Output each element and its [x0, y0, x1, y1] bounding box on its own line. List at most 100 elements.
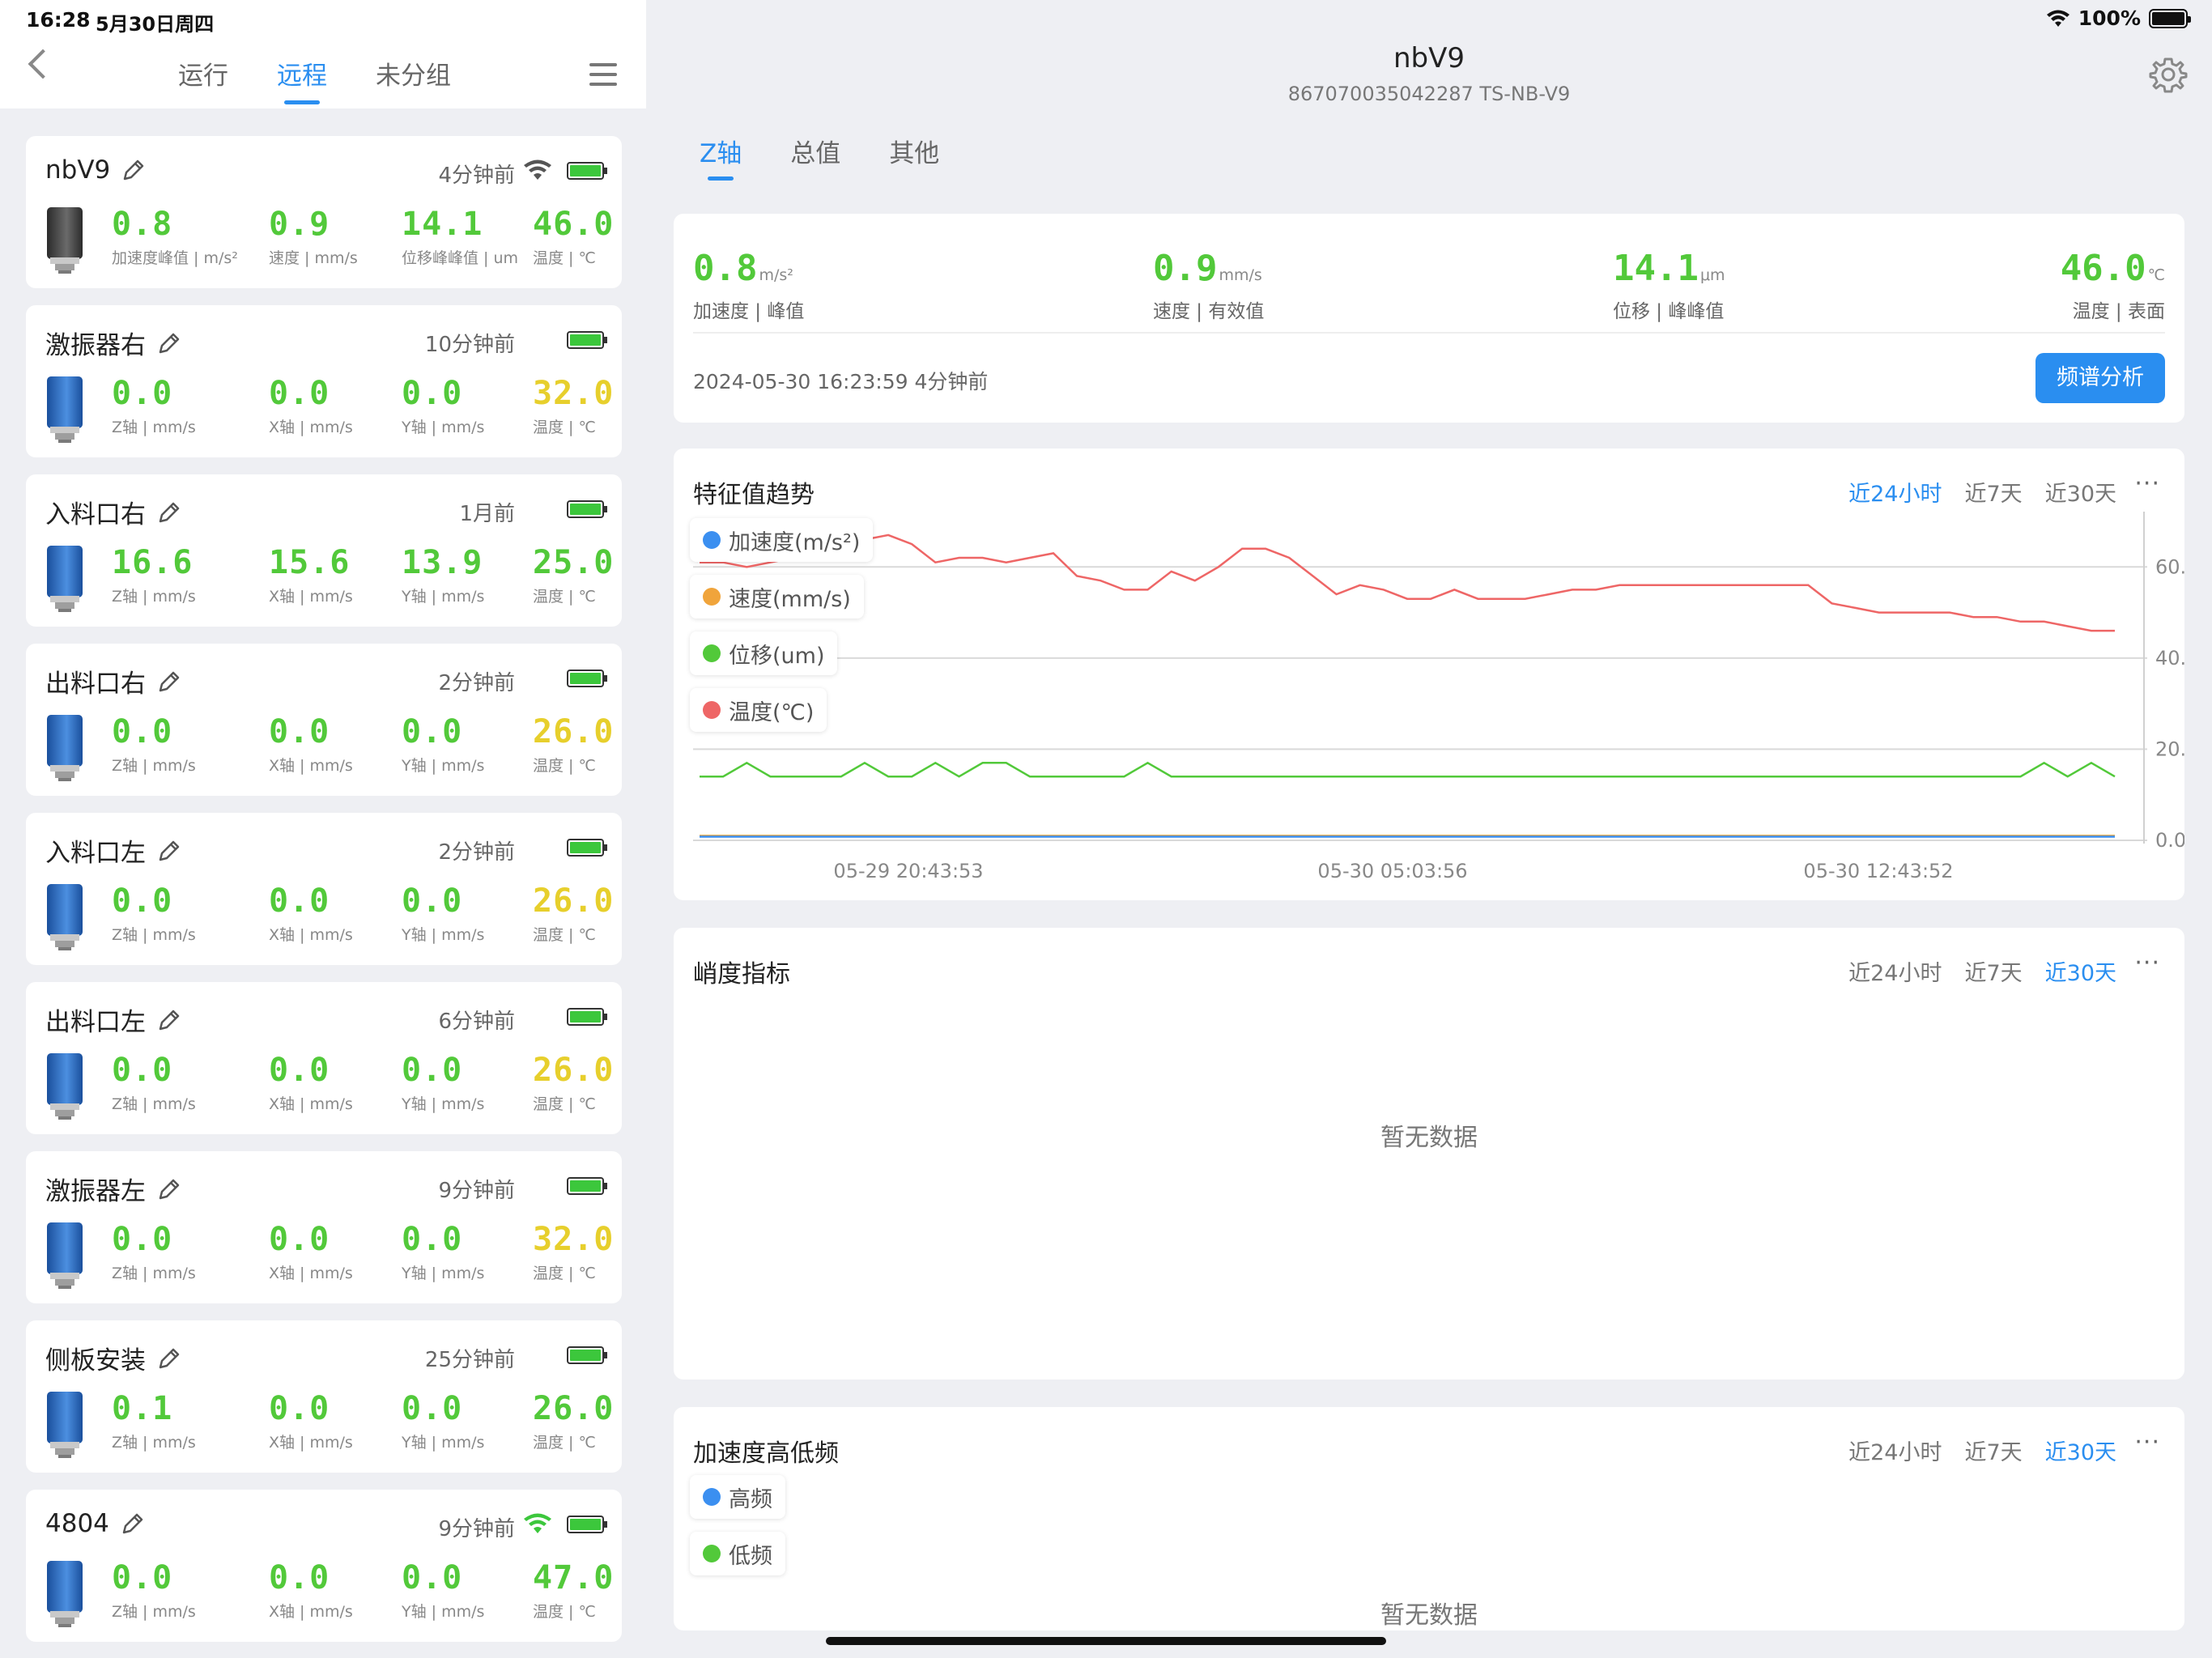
metric-value: 26.0 — [533, 1052, 615, 1089]
y-tick-label: 0.0 — [2155, 829, 2184, 852]
metric-reading: 16.6 Z轴 | mm/s — [112, 544, 196, 606]
metric-value: 0.0 — [112, 375, 173, 412]
edit-icon[interactable] — [155, 1345, 183, 1372]
kurtosis-ranges: 近24小时 近7天 近30天 — [1848, 955, 2116, 987]
device-subtitle: 867070035042287 TS-NB-V9 — [1287, 83, 1571, 105]
more-icon[interactable]: ··· — [2134, 1428, 2160, 1456]
last-update-time: 2分钟前 — [438, 671, 515, 695]
metric-reading: 0.0 Y轴 | mm/s — [402, 1221, 484, 1283]
metric-label: 温度 | ℃ — [533, 1095, 596, 1113]
legend-velocity[interactable]: 速度(mm/s) — [690, 575, 864, 619]
metric-reading: 0.0 X轴 | mm/s — [269, 1559, 353, 1622]
edit-icon[interactable] — [155, 1175, 183, 1203]
empty-state: 暂无数据 — [1380, 1124, 1478, 1152]
tab-running[interactable]: 运行 — [178, 55, 228, 91]
legend-temperature[interactable]: 温度(℃) — [690, 688, 827, 732]
metric-value: 25.0 — [533, 544, 615, 581]
last-update-time: 2分钟前 — [438, 840, 515, 865]
legend-displacement[interactable]: 位移(um) — [690, 631, 838, 675]
legend-low-freq[interactable]: 低频 — [690, 1532, 785, 1575]
gear-icon[interactable] — [2149, 55, 2188, 94]
device-card[interactable]: 激振器右 10分钟前 0.0 Z轴 | mm/s 0.0 X轴 | mm/s 0.0 Y轴 |… — [26, 305, 622, 457]
range-7d[interactable]: 近7天 — [1964, 955, 2022, 987]
more-icon[interactable]: ··· — [2134, 470, 2160, 498]
battery-icon — [567, 1008, 607, 1026]
metric-value: 0.1 — [112, 1390, 173, 1427]
sensor-icon — [47, 1053, 83, 1120]
metric-reading: 0.0 X轴 | mm/s — [269, 1390, 353, 1452]
y-tick-label: 40.0 — [2155, 647, 2184, 670]
metric-value: 26.0 — [533, 713, 615, 750]
metric-reading: 0.0 Y轴 | mm/s — [402, 882, 484, 945]
metric-reading: 26.0 温度 | ℃ — [533, 1052, 614, 1114]
range-7d[interactable]: 近7天 — [1964, 1435, 2022, 1466]
range-30d[interactable]: 近30天 — [2045, 955, 2116, 987]
legend-dot — [703, 644, 721, 662]
more-icon[interactable]: ··· — [2134, 949, 2160, 977]
spectrum-analysis-button[interactable]: 频谱分析 — [2035, 353, 2165, 403]
tab-other[interactable]: 其他 — [889, 133, 939, 169]
legend-high-freq[interactable]: 高频 — [690, 1475, 785, 1519]
home-indicator[interactable] — [826, 1637, 1386, 1645]
metric-value: 26.0 — [533, 1390, 615, 1427]
device-card[interactable]: 入料口左 2分钟前 0.0 Z轴 | mm/s 0.0 X轴 | mm/s 0.0 Y轴 | … — [26, 813, 622, 965]
device-card[interactable]: 入料口右 1月前 16.6 Z轴 | mm/s 15.6 X轴 | mm/s 13.9 Y轴 … — [26, 474, 622, 627]
metric-label: Y轴 | mm/s — [402, 1603, 485, 1621]
metric-reading: 46.0 温度 | ℃ — [533, 206, 614, 268]
metric-value: 46.0 — [533, 206, 615, 243]
metric-value: 0.0 — [269, 713, 330, 750]
status-date: 5月30日周四 — [96, 13, 215, 36]
metric-label: 温度 | ℃ — [533, 1434, 596, 1452]
device-detail-panel: nbV9 867070035042287 TS-NB-V9 Z轴 总值 其他 0… — [646, 0, 2212, 1658]
edit-icon[interactable] — [155, 837, 183, 865]
metric-reading: 0.0 X轴 | mm/s — [269, 882, 353, 945]
device-card[interactable]: nbV9 4分钟前 0.8 加速度峰值 | m/s² 0.9 速度 | mm/s 14.1 位… — [26, 136, 622, 288]
metric-label: 温度 | ℃ — [533, 1603, 596, 1621]
trend-chart: 0.0 20.0 40.0 60.0 05-29 20:43:53 05-30 05:03… — [693, 512, 2184, 882]
range-30d[interactable]: 近30天 — [2045, 476, 2116, 508]
device-card[interactable]: 出料口右 2分钟前 0.0 Z轴 | mm/s 0.0 X轴 | mm/s 0.0 Y轴 | … — [26, 644, 622, 796]
last-update-time: 4分钟前 — [438, 164, 515, 188]
summary-divider — [693, 332, 2165, 334]
device-card[interactable]: 侧板安装 25分钟前 0.1 Z轴 | mm/s 0.0 X轴 | mm/s 0.0 Y轴 |… — [26, 1320, 622, 1473]
edit-icon[interactable] — [155, 499, 183, 526]
metric-value: 0.0 — [402, 882, 463, 920]
device-card[interactable]: 4804 9分钟前 0.0 Z轴 | mm/s 0.0 X轴 | mm/s 0.0 Y轴 | … — [26, 1490, 622, 1642]
metric-value: 0.0 — [112, 713, 173, 750]
metric-reading: 0.8 加速度峰值 | m/s² — [112, 206, 238, 268]
edit-icon[interactable] — [120, 156, 147, 184]
menu-icon[interactable] — [589, 63, 617, 92]
battery-icon — [567, 500, 607, 518]
range-24h[interactable]: 近24小时 — [1848, 1435, 1942, 1466]
status-right: 100% — [2046, 6, 2191, 30]
metric-reading: 0.0 X轴 | mm/s — [269, 1052, 353, 1114]
metric-value: 0.0 — [269, 1052, 330, 1089]
edit-icon[interactable] — [155, 668, 183, 695]
metric-label: Y轴 | mm/s — [402, 1095, 485, 1113]
device-name: 入料口左 — [45, 832, 183, 869]
range-24h[interactable]: 近24小时 — [1848, 476, 1942, 508]
tab-remote[interactable]: 远程 — [277, 55, 327, 104]
metric-value: 0.0 — [402, 1052, 463, 1089]
last-update-time: 1月前 — [459, 502, 515, 526]
back-icon[interactable] — [28, 49, 58, 79]
edit-icon[interactable] — [155, 1006, 183, 1034]
device-card[interactable]: 激振器左 9分钟前 0.0 Z轴 | mm/s 0.0 X轴 | mm/s 0.0 Y轴 | … — [26, 1151, 622, 1303]
tab-total[interactable]: 总值 — [790, 133, 840, 169]
device-list-panel: 运行 远程 未分组 nbV9 4分钟前 0.8 加速度峰值 | m/s² 0.9 速度 |… — [0, 0, 646, 1658]
edit-icon[interactable] — [155, 329, 183, 357]
sensor-icon — [47, 884, 83, 950]
edit-icon[interactable] — [119, 1510, 147, 1537]
device-card[interactable]: 出料口左 6分钟前 0.0 Z轴 | mm/s 0.0 X轴 | mm/s 0.0 Y轴 | … — [26, 982, 622, 1134]
legend-acceleration[interactable]: 加速度(m/s²) — [690, 518, 874, 562]
range-30d[interactable]: 近30天 — [2045, 1435, 2116, 1466]
range-7d[interactable]: 近7天 — [1964, 476, 2022, 508]
last-update-time: 9分钟前 — [438, 1179, 515, 1203]
range-24h[interactable]: 近24小时 — [1848, 955, 1942, 987]
metric-reading: 0.0 Y轴 | mm/s — [402, 1052, 484, 1114]
metric-label: X轴 | mm/s — [269, 1265, 353, 1282]
legend-dot — [703, 701, 721, 719]
tab-ungrouped[interactable]: 未分组 — [376, 55, 451, 91]
metric-value: 0.8 — [112, 206, 173, 243]
tab-z-axis[interactable]: Z轴 — [700, 133, 742, 181]
